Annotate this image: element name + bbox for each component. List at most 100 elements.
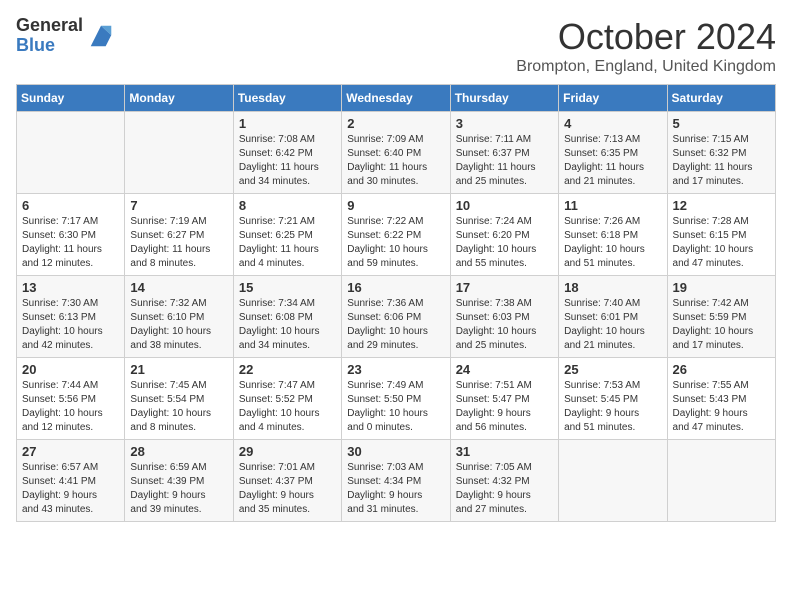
day-content: Sunrise: 7:42 AM Sunset: 5:59 PM Dayligh… [673, 297, 770, 353]
day-number: 1 [239, 116, 336, 131]
day-number: 18 [564, 280, 661, 295]
day-number: 7 [130, 198, 227, 213]
day-content: Sunrise: 7:15 AM Sunset: 6:32 PM Dayligh… [673, 133, 770, 189]
header-day-sunday: Sunday [17, 85, 125, 112]
logo: General Blue [16, 16, 115, 56]
day-number: 6 [22, 198, 119, 213]
day-number: 27 [22, 444, 119, 459]
day-number: 19 [673, 280, 770, 295]
day-number: 28 [130, 444, 227, 459]
day-number: 17 [456, 280, 553, 295]
calendar-cell: 5 Sunrise: 7:15 AM Sunset: 6:32 PM Daylig… [667, 112, 775, 194]
day-content: Sunrise: 7:49 AM Sunset: 5:50 PM Dayligh… [347, 379, 444, 435]
title-block: October 2024 Brompton, England, United K… [516, 16, 776, 76]
calendar-cell: 24 Sunrise: 7:51 AM Sunset: 5:47 PM Dayli… [450, 358, 558, 440]
day-number: 20 [22, 362, 119, 377]
calendar-cell: 10 Sunrise: 7:24 AM Sunset: 6:20 PM Dayli… [450, 194, 558, 276]
day-number: 30 [347, 444, 444, 459]
calendar-cell: 11 Sunrise: 7:26 AM Sunset: 6:18 PM Dayli… [559, 194, 667, 276]
calendar-cell [559, 440, 667, 522]
day-content: Sunrise: 7:11 AM Sunset: 6:37 PM Dayligh… [456, 133, 553, 189]
day-content: Sunrise: 7:45 AM Sunset: 5:54 PM Dayligh… [130, 379, 227, 435]
calendar-cell: 2 Sunrise: 7:09 AM Sunset: 6:40 PM Daylig… [342, 112, 450, 194]
day-number: 13 [22, 280, 119, 295]
day-number: 24 [456, 362, 553, 377]
logo-line1: General [16, 16, 83, 36]
calendar-cell: 15Sunrise: 7:34 AM Sunset: 6:08 PM Dayli… [233, 276, 341, 358]
day-content: Sunrise: 7:51 AM Sunset: 5:47 PM Dayligh… [456, 379, 553, 435]
day-number: 31 [456, 444, 553, 459]
calendar-cell [125, 112, 233, 194]
day-number: 2 [347, 116, 444, 131]
day-number: 25 [564, 362, 661, 377]
week-row-0: 1 Sunrise: 7:08 AM Sunset: 6:42 PM Daylig… [17, 112, 776, 194]
day-content: Sunrise: 7:08 AM Sunset: 6:42 PM Dayligh… [239, 133, 336, 189]
day-content: Sunrise: 7:30 AM Sunset: 6:13 PM Dayligh… [22, 297, 119, 353]
calendar-cell: 27Sunrise: 6:57 AM Sunset: 4:41 PM Dayli… [17, 440, 125, 522]
day-number: 23 [347, 362, 444, 377]
day-number: 5 [673, 116, 770, 131]
day-number: 26 [673, 362, 770, 377]
day-number: 11 [564, 198, 661, 213]
week-row-3: 20 Sunrise: 7:44 AM Sunset: 5:56 PM Dayli… [17, 358, 776, 440]
header-day-friday: Friday [559, 85, 667, 112]
header-day-monday: Monday [125, 85, 233, 112]
day-content: Sunrise: 7:05 AM Sunset: 4:32 PM Dayligh… [456, 461, 553, 517]
calendar-cell: 12Sunrise: 7:28 AM Sunset: 6:15 PM Dayli… [667, 194, 775, 276]
day-content: Sunrise: 7:19 AM Sunset: 6:27 PM Dayligh… [130, 215, 227, 271]
day-number: 3 [456, 116, 553, 131]
calendar-cell: 26Sunrise: 7:55 AM Sunset: 5:43 PM Dayli… [667, 358, 775, 440]
day-number: 4 [564, 116, 661, 131]
day-content: Sunrise: 6:59 AM Sunset: 4:39 PM Dayligh… [130, 461, 227, 517]
header-day-tuesday: Tuesday [233, 85, 341, 112]
calendar-cell: 31 Sunrise: 7:05 AM Sunset: 4:32 PM Dayli… [450, 440, 558, 522]
calendar-header: SundayMondayTuesdayWednesdayThursdayFrid… [17, 85, 776, 112]
header-row: SundayMondayTuesdayWednesdayThursdayFrid… [17, 85, 776, 112]
header-day-thursday: Thursday [450, 85, 558, 112]
calendar-cell: 3 Sunrise: 7:11 AM Sunset: 6:37 PM Daylig… [450, 112, 558, 194]
day-number: 29 [239, 444, 336, 459]
calendar-body: 1 Sunrise: 7:08 AM Sunset: 6:42 PM Daylig… [17, 112, 776, 522]
calendar-cell: 29 Sunrise: 7:01 AM Sunset: 4:37 PM Dayli… [233, 440, 341, 522]
day-content: Sunrise: 7:28 AM Sunset: 6:15 PM Dayligh… [673, 215, 770, 271]
day-content: Sunrise: 7:24 AM Sunset: 6:20 PM Dayligh… [456, 215, 553, 271]
calendar-cell: 30Sunrise: 7:03 AM Sunset: 4:34 PM Dayli… [342, 440, 450, 522]
day-content: Sunrise: 7:53 AM Sunset: 5:45 PM Dayligh… [564, 379, 661, 435]
day-content: Sunrise: 7:34 AM Sunset: 6:08 PM Dayligh… [239, 297, 336, 353]
week-row-2: 13 Sunrise: 7:30 AM Sunset: 6:13 PM Dayli… [17, 276, 776, 358]
calendar-cell: 14 Sunrise: 7:32 AM Sunset: 6:10 PM Dayli… [125, 276, 233, 358]
calendar-cell: 8Sunrise: 7:21 AM Sunset: 6:25 PM Daylig… [233, 194, 341, 276]
calendar-cell [667, 440, 775, 522]
day-number: 10 [456, 198, 553, 213]
page-header: General Blue October 2024 Brompton, Engl… [16, 16, 776, 76]
day-number: 21 [130, 362, 227, 377]
calendar-cell [17, 112, 125, 194]
day-content: Sunrise: 7:09 AM Sunset: 6:40 PM Dayligh… [347, 133, 444, 189]
calendar-cell: 13 Sunrise: 7:30 AM Sunset: 6:13 PM Dayli… [17, 276, 125, 358]
calendar-cell: 21 Sunrise: 7:45 AM Sunset: 5:54 PM Dayli… [125, 358, 233, 440]
day-content: Sunrise: 7:38 AM Sunset: 6:03 PM Dayligh… [456, 297, 553, 353]
day-content: Sunrise: 7:47 AM Sunset: 5:52 PM Dayligh… [239, 379, 336, 435]
calendar-cell: 28 Sunrise: 6:59 AM Sunset: 4:39 PM Dayli… [125, 440, 233, 522]
header-day-wednesday: Wednesday [342, 85, 450, 112]
calendar-cell: 9Sunrise: 7:22 AM Sunset: 6:22 PM Daylig… [342, 194, 450, 276]
header-day-saturday: Saturday [667, 85, 775, 112]
calendar-cell: 17 Sunrise: 7:38 AM Sunset: 6:03 PM Dayli… [450, 276, 558, 358]
day-content: Sunrise: 7:21 AM Sunset: 6:25 PM Dayligh… [239, 215, 336, 271]
day-content: Sunrise: 7:36 AM Sunset: 6:06 PM Dayligh… [347, 297, 444, 353]
day-content: Sunrise: 7:44 AM Sunset: 5:56 PM Dayligh… [22, 379, 119, 435]
day-number: 9 [347, 198, 444, 213]
day-content: Sunrise: 7:32 AM Sunset: 6:10 PM Dayligh… [130, 297, 227, 353]
day-content: Sunrise: 7:26 AM Sunset: 6:18 PM Dayligh… [564, 215, 661, 271]
calendar-cell: 7 Sunrise: 7:19 AM Sunset: 6:27 PM Daylig… [125, 194, 233, 276]
calendar-cell: 18 Sunrise: 7:40 AM Sunset: 6:01 PM Dayli… [559, 276, 667, 358]
day-number: 22 [239, 362, 336, 377]
day-number: 16 [347, 280, 444, 295]
day-content: Sunrise: 7:40 AM Sunset: 6:01 PM Dayligh… [564, 297, 661, 353]
logo-line2: Blue [16, 36, 83, 56]
day-number: 14 [130, 280, 227, 295]
day-content: Sunrise: 7:01 AM Sunset: 4:37 PM Dayligh… [239, 461, 336, 517]
month-title: October 2024 [516, 16, 776, 58]
day-content: Sunrise: 7:17 AM Sunset: 6:30 PM Dayligh… [22, 215, 119, 271]
day-content: Sunrise: 7:13 AM Sunset: 6:35 PM Dayligh… [564, 133, 661, 189]
